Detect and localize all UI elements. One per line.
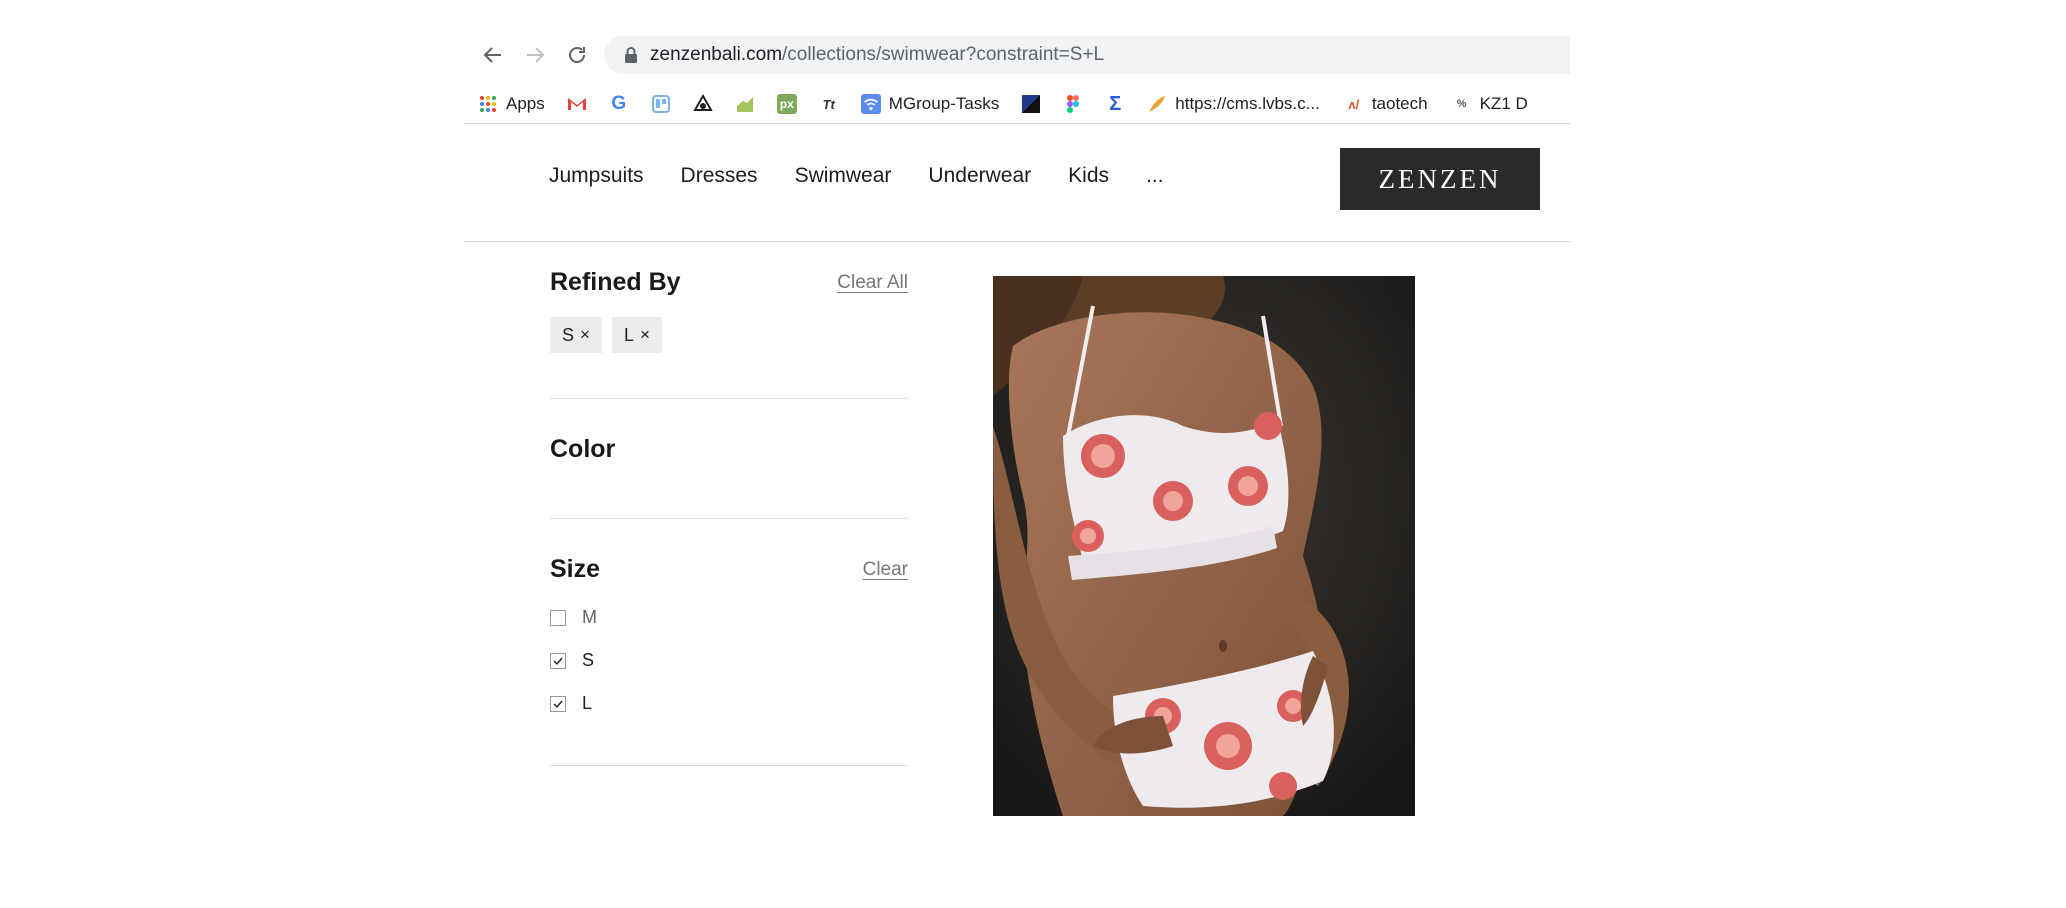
menu-more[interactable]: ... xyxy=(1146,164,1164,188)
arrow-left-icon xyxy=(483,47,501,63)
size-filter-title: Size xyxy=(550,555,601,583)
reload-icon xyxy=(569,47,585,63)
kz1-icon: % xyxy=(1456,98,1467,110)
taotech-icon: ʌ/ xyxy=(1348,96,1360,112)
bookmark-mgroup[interactable]: MGroup-Tasks xyxy=(860,89,1000,119)
main-menu: Jumpsuits Dresses Swimwear Underwear Kid… xyxy=(549,164,1201,188)
chart-green-icon xyxy=(735,94,755,114)
bookmark-label: taotech xyxy=(1371,94,1428,113)
bookmark-px[interactable]: px xyxy=(776,89,797,119)
bookmarks-bar: Apps G px Tt MGroup-Tasks Σ https://cms.… xyxy=(464,84,1570,124)
menu-item-kids[interactable]: Kids xyxy=(1068,164,1109,188)
bookmark-label: Apps xyxy=(506,94,545,113)
figma-icon xyxy=(1063,94,1083,114)
checkmark-icon xyxy=(553,700,563,708)
product-image[interactable] xyxy=(993,276,1415,816)
bookmark-kz1[interactable]: % KZ1 D xyxy=(1452,89,1528,119)
filter-sidebar: Refined By Clear All S × L × Color Size … xyxy=(550,268,908,766)
chip-label: S xyxy=(562,324,575,345)
chip-label: L xyxy=(623,324,634,345)
sigma-icon: Σ xyxy=(1109,92,1122,115)
divider xyxy=(550,518,908,519)
bookmark-trello[interactable] xyxy=(651,89,671,119)
url-domain: zenzenbali.com xyxy=(650,44,783,65)
bookmark-google[interactable]: G xyxy=(609,89,629,119)
bookmark-sigma[interactable]: Σ xyxy=(1105,89,1125,119)
address-bar[interactable]: zenzenbali.com/collections/swimwear?cons… xyxy=(604,36,1570,74)
size-clear-link[interactable]: Clear xyxy=(863,559,908,581)
bookmark-square[interactable] xyxy=(1021,89,1041,119)
site-header: Jumpsuits Dresses Swimwear Underwear Kid… xyxy=(464,124,1570,242)
lock-icon xyxy=(624,46,638,64)
size-option-m[interactable]: M xyxy=(550,596,908,639)
tt-icon: Tt xyxy=(822,96,835,112)
close-icon[interactable]: × xyxy=(580,325,590,345)
divider xyxy=(464,241,1570,242)
refined-by-header: Refined By Clear All xyxy=(550,268,908,297)
bookmark-cms[interactable]: https://cms.lvbs.c... xyxy=(1147,89,1320,119)
menu-item-jumpsuits[interactable]: Jumpsuits xyxy=(549,164,644,188)
menu-item-dresses[interactable]: Dresses xyxy=(681,164,758,188)
checkbox-checked[interactable] xyxy=(550,652,566,669)
url-path: /collections/swimwear?constraint=S+L xyxy=(782,44,1105,65)
bookmark-eye[interactable] xyxy=(693,89,713,119)
square-blue-icon xyxy=(1021,94,1041,114)
size-option-s[interactable]: S xyxy=(550,639,908,682)
divider xyxy=(550,398,908,399)
apps-grid-icon xyxy=(478,94,498,114)
wifi-icon xyxy=(860,94,881,114)
feather-icon xyxy=(1147,94,1167,114)
px-icon: px xyxy=(776,94,797,114)
eye-logo-icon xyxy=(693,94,713,114)
checkbox-checked[interactable] xyxy=(550,695,566,712)
bookmark-label: https://cms.lvbs.c... xyxy=(1175,94,1320,113)
size-filter-header: Size Clear xyxy=(550,555,908,584)
color-filter-header[interactable]: Color xyxy=(550,435,908,464)
back-button[interactable] xyxy=(478,40,508,70)
bookmark-chart[interactable] xyxy=(735,89,755,119)
checkbox[interactable] xyxy=(550,609,566,626)
bookmark-label: KZ1 D xyxy=(1479,94,1528,113)
divider xyxy=(550,765,908,766)
size-options: M S L xyxy=(550,596,908,725)
close-icon[interactable]: × xyxy=(640,325,650,345)
clear-all-link[interactable]: Clear All xyxy=(837,272,908,294)
bookmark-tt[interactable]: Tt xyxy=(819,89,839,119)
filter-chip-s[interactable]: S × xyxy=(550,317,602,353)
menu-item-swimwear[interactable]: Swimwear xyxy=(795,164,892,188)
size-label: S xyxy=(582,650,595,670)
bookmark-gmail[interactable] xyxy=(567,89,587,119)
swimwear-photo xyxy=(993,276,1415,816)
arrow-right-icon xyxy=(527,47,545,63)
bookmark-label: MGroup-Tasks xyxy=(888,94,1000,113)
menu-item-underwear[interactable]: Underwear xyxy=(928,164,1031,188)
size-label: M xyxy=(582,607,597,627)
bookmark-figma[interactable] xyxy=(1063,89,1083,119)
color-filter-title: Color xyxy=(550,435,616,463)
size-label: L xyxy=(582,693,593,713)
checkmark-icon xyxy=(553,657,563,665)
active-filter-chips: S × L × xyxy=(550,317,908,353)
browser-chrome: zenzenbali.com/collections/swimwear?cons… xyxy=(464,26,1570,124)
reload-button[interactable] xyxy=(562,40,592,70)
bookmark-apps[interactable]: Apps xyxy=(478,89,545,119)
trello-icon xyxy=(651,94,671,114)
gmail-icon xyxy=(567,94,587,114)
size-option-l[interactable]: L xyxy=(550,682,908,725)
bookmark-taotech[interactable]: ʌ/ taotech xyxy=(1344,89,1428,119)
site-logo[interactable]: ZENZEN xyxy=(1340,148,1540,210)
filter-chip-l[interactable]: L × xyxy=(611,317,662,353)
google-icon: G xyxy=(611,93,627,114)
refined-by-title: Refined By xyxy=(550,268,681,296)
forward-button[interactable] xyxy=(520,40,550,70)
